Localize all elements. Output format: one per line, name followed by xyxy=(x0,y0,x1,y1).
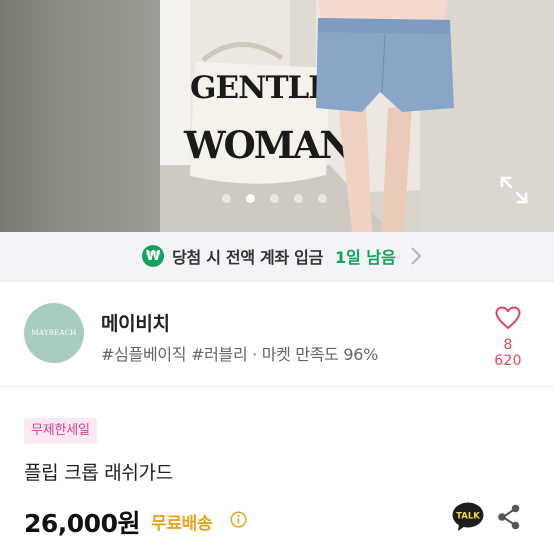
product-image-carousel[interactable]: GENTLE WOMAN xyxy=(0,0,554,232)
free-shipping-label: 무료배송 xyxy=(151,514,213,534)
carousel-dot-active[interactable] xyxy=(246,194,255,203)
product-title: 플립 크롭 래쉬가드 xyxy=(24,462,173,484)
svg-text:WOMAN: WOMAN xyxy=(183,123,352,167)
sale-badge: 무제한세일 xyxy=(24,418,97,444)
carousel-dot[interactable] xyxy=(222,194,231,203)
carousel-dot[interactable] xyxy=(294,194,303,203)
heart-icon xyxy=(495,306,521,329)
carousel-indicator xyxy=(222,194,327,203)
share-icon[interactable] xyxy=(497,504,521,530)
shop-info: MAYBEACH 메이비치 #심플베이직 #러블리 · 마켓 만족도 96% 8… xyxy=(0,282,554,386)
shop-name[interactable]: 메이비치 xyxy=(101,309,170,336)
event-banner[interactable]: ₩ 당첨 시 전액 계좌 입금 1일 남음 xyxy=(0,232,554,280)
info-icon[interactable] xyxy=(230,511,247,528)
like-button[interactable]: 8 620 xyxy=(490,306,526,369)
product-price: 26,000원 xyxy=(24,509,140,538)
svg-text:GENTLE: GENTLE xyxy=(190,70,331,106)
shop-tags: #심플베이직 #러블리 · 마켓 만족도 96% xyxy=(101,345,379,364)
carousel-dot[interactable] xyxy=(270,194,279,203)
like-count: 8 620 xyxy=(494,337,522,369)
banner-days-left: 1일 남음 xyxy=(335,248,396,267)
shop-logo[interactable]: MAYBEACH xyxy=(24,303,84,363)
divider xyxy=(0,386,554,387)
carousel-dot[interactable] xyxy=(318,194,327,203)
expand-icon[interactable] xyxy=(498,174,530,206)
chevron-right-icon xyxy=(411,247,422,265)
svg-text:TALK: TALK xyxy=(456,512,480,522)
won-icon: ₩ xyxy=(142,245,165,267)
shop-logo-text: MAYBEACH xyxy=(31,329,77,337)
kakao-talk-icon[interactable]: TALK xyxy=(452,502,484,532)
banner-text: 당첨 시 전액 계좌 입금 xyxy=(172,248,323,267)
